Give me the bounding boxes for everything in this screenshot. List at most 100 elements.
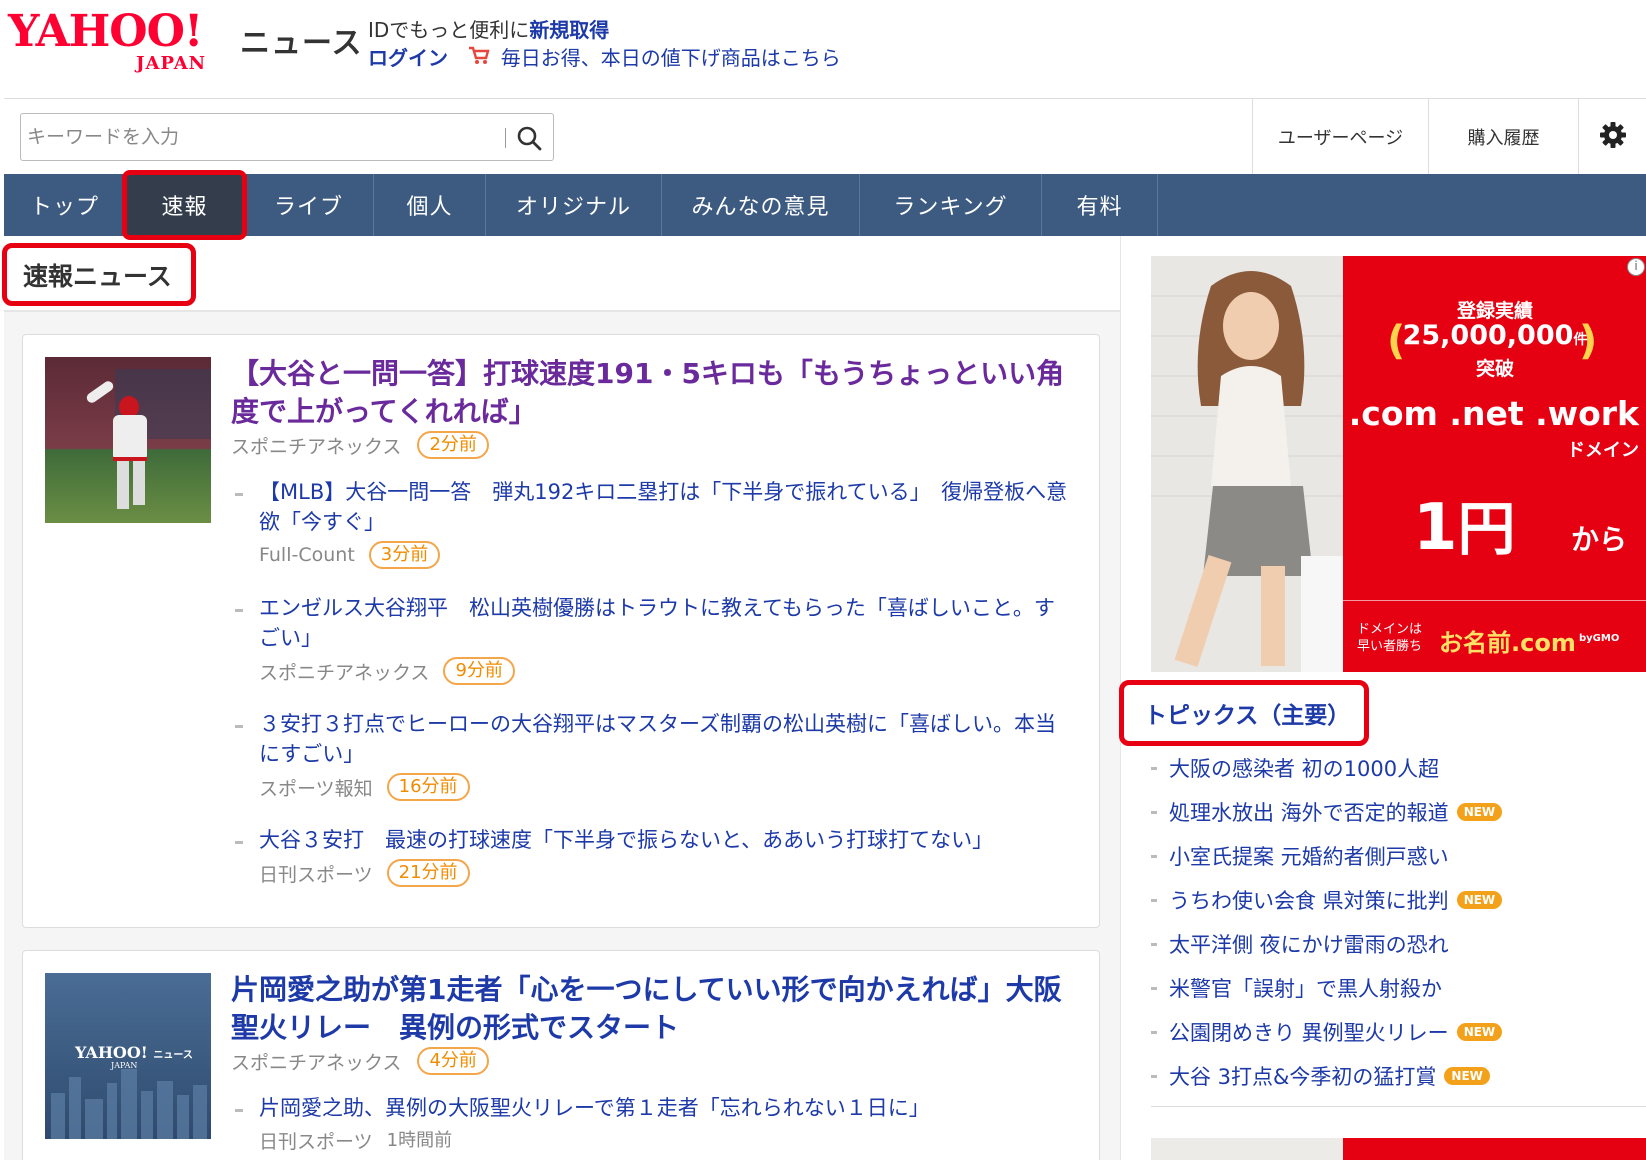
thumb-logo-text: YAHOO! <box>75 1043 148 1062</box>
global-nav: トップ 速報 ライブ 個人 オリジナル みんなの意見 ランキング 有料 <box>4 170 1646 240</box>
topic-link[interactable]: 大谷 3打点&今季初の猛打賞 <box>1169 1061 1436 1091</box>
nav-individual[interactable]: 個人 <box>374 174 486 236</box>
bullet-icon <box>235 841 243 844</box>
service-name[interactable]: ニュース <box>240 18 363 62</box>
related-title-link[interactable]: ３安打３打点でヒーローの大谷翔平はマスターズ制覇の松山英樹に「喜ばしい。本当にす… <box>259 709 1075 769</box>
search-divider <box>505 128 506 148</box>
topic-item[interactable]: 公園閉めきり 異例聖火リレー NEW <box>1151 1014 1621 1050</box>
deal-link[interactable]: 毎日お得、本日の値下げ商品はこちら <box>501 46 841 70</box>
bullet-icon <box>235 725 243 728</box>
nav-breaking[interactable]: 速報 <box>122 170 247 240</box>
bullet-icon <box>235 609 243 612</box>
login-line: ログイン 毎日お得、本日の値下げ商品はこちら <box>368 42 841 71</box>
login-link[interactable]: ログイン <box>368 46 448 70</box>
article-time: 2分前 <box>417 431 489 459</box>
thumb-logo-sub: JAPAN <box>111 1061 138 1070</box>
news-card: YAHOO! ニュース JAPAN 片岡愛之助が第1走者「心を一つにしていい形で… <box>22 950 1100 1160</box>
bullet-icon <box>1151 898 1157 902</box>
topic-item[interactable]: 太平洋側 夜にかけ雷雨の恐れ <box>1151 926 1621 962</box>
article-title-link[interactable]: 片岡愛之助が第1走者「心を一つにしていい形で向かえれば」大阪聖火リレー 異例の形… <box>231 971 1071 1047</box>
topic-link[interactable]: うちわ使い会食 県対策に批判 <box>1169 885 1449 915</box>
search-box <box>20 113 554 161</box>
signup-link[interactable]: 新規取得 <box>529 18 609 42</box>
ad-banner-2[interactable] <box>1151 1138 1646 1160</box>
new-badge: NEW <box>1444 1067 1490 1085</box>
related-meta: スポニチアネックス 9分前 <box>259 657 515 685</box>
ad-domains: .com .net .work <box>1348 394 1639 433</box>
bullet-icon <box>1151 1074 1157 1078</box>
nav-paid[interactable]: 有料 <box>1042 174 1158 236</box>
topic-link[interactable]: 公園閉めきり 異例聖火リレー <box>1169 1017 1449 1047</box>
related-meta: Full-Count 3分前 <box>259 541 441 569</box>
related-time: 16分前 <box>386 773 470 801</box>
ad-photo <box>1151 256 1343 672</box>
topic-item[interactable]: 処理水放出 海外で否定的報道 NEW <box>1151 794 1621 830</box>
topic-item[interactable]: 小室氏提案 元婚約者側戸惑い <box>1151 838 1621 874</box>
topic-item[interactable]: 米警官「誤射」で黒人射殺か <box>1151 970 1621 1006</box>
related-meta: 日刊スポーツ 21分前 <box>259 859 470 887</box>
related-time: 1時間前 <box>386 1129 453 1151</box>
ad-banner[interactable]: i 登録実績 ( 25,000,000件 ) 突破 .com .net .wor… <box>1151 256 1646 672</box>
article-time: 4分前 <box>417 1047 489 1075</box>
ad-price-unit: 円 <box>1457 495 1516 563</box>
promo-line: IDでもっと便利に新規取得 <box>368 14 609 43</box>
ad-brand: お名前.com <box>1439 629 1576 657</box>
yahoo-logo[interactable]: YAHOO! JAPAN <box>8 10 234 76</box>
search-icon[interactable] <box>515 124 543 152</box>
related-source: スポニチアネックス <box>259 661 430 684</box>
purchase-history-link[interactable]: 購入履歴 <box>1428 99 1578 175</box>
related-title-link[interactable]: 片岡愛之助、異例の大阪聖火リレーで第１走者「忘れられない１日に」 <box>259 1093 1075 1123</box>
article-meta: スポニチアネックス 4分前 <box>231 1047 489 1075</box>
related-source: 日刊スポーツ <box>259 863 373 886</box>
nav-opinions[interactable]: みんなの意見 <box>662 174 860 236</box>
topic-item[interactable]: 大阪の感染者 初の1000人超 <box>1151 750 1621 786</box>
related-title-link[interactable]: エンゼルス大谷翔平 松山英樹優勝はトラウトに教えてもらった「喜ばしいこと。すごい… <box>259 593 1075 653</box>
topic-link[interactable]: 米警官「誤射」で黒人射殺か <box>1169 973 1442 1003</box>
bullet-icon <box>1151 1030 1157 1034</box>
info-icon[interactable]: i <box>1627 258 1645 276</box>
ad-footer-text: ドメインは早い者勝ち <box>1357 622 1423 654</box>
ad-price-suffix: から <box>1571 523 1628 556</box>
nav-ranking[interactable]: ランキング <box>860 174 1042 236</box>
topic-link[interactable]: 処理水放出 海外で否定的報道 <box>1169 797 1449 827</box>
nav-original[interactable]: オリジナル <box>486 174 662 236</box>
topic-item[interactable]: 大谷 3打点&今季初の猛打賞 NEW <box>1151 1058 1621 1094</box>
article-meta: スポニチアネックス 2分前 <box>231 431 489 459</box>
section-title: 速報ニュース <box>2 243 196 306</box>
cart-icon <box>468 46 496 70</box>
topic-link[interactable]: 大阪の感染者 初の1000人超 <box>1169 753 1439 783</box>
logo-text: YAHOO! <box>8 6 203 57</box>
topic-item[interactable]: うちわ使い会食 県対策に批判 NEW <box>1151 882 1621 918</box>
bullet-icon <box>1151 766 1157 770</box>
new-badge: NEW <box>1456 803 1503 821</box>
related-meta: スポーツ報知 16分前 <box>259 773 470 801</box>
sidebar-divider <box>1151 1106 1646 1107</box>
article-title-link[interactable]: 【大谷と一問一答】打球速度191・5キロも「もうちょっといい角度で上がってくれれ… <box>231 355 1071 431</box>
thumb-service-text: ニュース <box>153 1050 193 1061</box>
ad-price-value: 1 <box>1413 491 1458 565</box>
topics-title[interactable]: トピックス（主要） <box>1119 680 1369 746</box>
ad-domain-label: ドメイン <box>1567 440 1639 461</box>
related-title-link[interactable]: 大谷３安打 最速の打球速度「下半身で振らないと、ああいう打球打てない」 <box>259 825 1075 855</box>
promo-text: IDでもっと便利に <box>368 18 530 42</box>
user-page-link[interactable]: ユーザーページ <box>1252 99 1428 175</box>
ad-photo <box>1151 1138 1343 1160</box>
article-thumbnail[interactable] <box>45 357 211 523</box>
topic-link[interactable]: 太平洋側 夜にかけ雷雨の恐れ <box>1169 929 1449 959</box>
related-title-link[interactable]: 【MLB】大谷一問一答 弾丸192キロ二塁打は「下半身で振れている」 復帰登板へ… <box>259 477 1075 537</box>
topic-link[interactable]: 小室氏提案 元婚約者側戸惑い <box>1169 841 1449 871</box>
related-time: 9分前 <box>443 657 515 685</box>
nav-top[interactable]: トップ <box>4 174 126 236</box>
search-input[interactable] <box>27 120 497 154</box>
article-thumbnail[interactable]: YAHOO! ニュース JAPAN <box>45 973 211 1139</box>
new-badge: NEW <box>1456 1023 1503 1041</box>
ad-count-value: 25,000,000 <box>1402 320 1574 351</box>
related-meta: 日刊スポーツ 1時間前 <box>259 1127 452 1154</box>
nav-live[interactable]: ライブ <box>244 174 374 236</box>
related-time: 3分前 <box>368 541 441 569</box>
section-divider <box>4 310 1120 312</box>
settings-button[interactable] <box>1578 99 1646 175</box>
article-source: スポニチアネックス <box>231 435 402 458</box>
gear-icon <box>1599 121 1627 154</box>
ad-count: 25,000,000件 <box>1343 320 1646 351</box>
